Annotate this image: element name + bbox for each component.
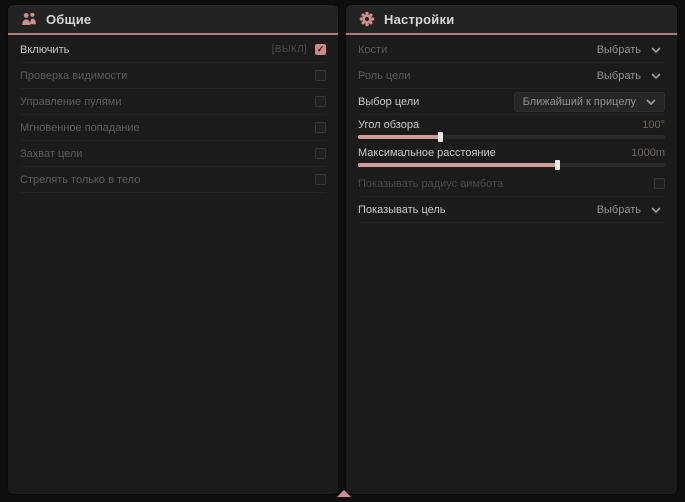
general-rows: Включить [ВЫКЛ] ✓ Проверка видимости ✓ У… xyxy=(8,35,338,193)
chevron-down-icon xyxy=(651,207,661,213)
row-target-role-label: Роль цели xyxy=(358,70,410,82)
max-distance-slider-fill xyxy=(358,163,558,167)
row-instant-hit[interactable]: Мгновенное попадание ✓ xyxy=(20,115,326,141)
row-bones-label: Кости xyxy=(358,44,387,56)
chevron-down-icon xyxy=(651,73,661,79)
row-instant-hit-label: Мгновенное попадание xyxy=(20,122,140,134)
bones-dropdown-value: Выбрать xyxy=(597,44,641,56)
row-enable-state-label: [ВЫКЛ] xyxy=(272,44,307,55)
row-visibility-check-label: Проверка видимости xyxy=(20,70,127,82)
target-selection-dropdown[interactable]: Ближайший к прицелу xyxy=(514,92,665,112)
max-distance-slider-thumb[interactable] xyxy=(555,160,560,170)
body-only-checkbox[interactable]: ✓ xyxy=(315,174,326,185)
settings-panel: Настройки Кости Выбрать Роль цели Выбрат… xyxy=(346,5,677,494)
settings-panel-header: Настройки xyxy=(346,5,677,35)
row-bullet-control-label: Управление пулями xyxy=(20,96,122,108)
row-enable-label: Включить xyxy=(20,44,69,56)
row-bones[interactable]: Кости Выбрать xyxy=(358,37,665,63)
row-target-selection[interactable]: Выбор цели Ближайший к прицелу xyxy=(358,89,665,115)
target-role-dropdown[interactable]: Выбрать xyxy=(593,67,665,85)
show-target-dropdown-value: Выбрать xyxy=(597,204,641,216)
fov-value: 100° xyxy=(642,119,665,131)
target-lock-checkbox[interactable]: ✓ xyxy=(315,148,326,159)
show-target-dropdown[interactable]: Выбрать xyxy=(593,201,665,219)
enable-checkbox[interactable]: ✓ xyxy=(315,44,326,55)
row-target-lock-label: Захват цели xyxy=(20,148,82,160)
settings-rows: Кости Выбрать Роль цели Выбрать Выбор це… xyxy=(346,35,677,223)
check-icon: ✓ xyxy=(317,45,325,54)
fov-slider-thumb[interactable] xyxy=(438,132,443,142)
row-visibility-check[interactable]: Проверка видимости ✓ xyxy=(20,63,326,89)
row-max-distance-label: Максимальное расстояние xyxy=(358,147,496,159)
row-max-distance: Максимальное расстояние 1000m xyxy=(358,143,665,171)
bullet-control-checkbox[interactable]: ✓ xyxy=(315,96,326,107)
fov-slider[interactable] xyxy=(358,135,665,139)
target-selection-dropdown-value: Ближайший к прицелу xyxy=(523,96,636,108)
row-bullet-control[interactable]: Управление пулями ✓ xyxy=(20,89,326,115)
users-icon xyxy=(21,11,37,27)
instant-hit-checkbox[interactable]: ✓ xyxy=(315,122,326,133)
show-aimbot-radius-checkbox[interactable]: ✓ xyxy=(654,178,665,189)
gear-icon xyxy=(359,11,375,27)
chevron-down-icon xyxy=(646,99,656,105)
fov-slider-fill xyxy=(358,135,441,139)
row-fov: Угол обзора 100° xyxy=(358,115,665,143)
general-panel-header: Общие xyxy=(8,5,338,35)
max-distance-slider[interactable] xyxy=(358,163,665,167)
settings-panel-title: Настройки xyxy=(384,12,454,27)
row-enable[interactable]: Включить [ВЫКЛ] ✓ xyxy=(20,37,326,63)
row-show-target-label: Показывать цель xyxy=(358,204,446,216)
chevron-down-icon xyxy=(651,47,661,53)
row-target-lock[interactable]: Захват цели ✓ xyxy=(20,141,326,167)
row-target-role[interactable]: Роль цели Выбрать xyxy=(358,63,665,89)
general-panel-title: Общие xyxy=(46,12,91,27)
general-panel: Общие Включить [ВЫКЛ] ✓ Проверка видимос… xyxy=(8,5,338,494)
row-body-only-label: Стрелять только в тело xyxy=(20,174,140,186)
row-body-only[interactable]: Стрелять только в тело ✓ xyxy=(20,167,326,193)
row-show-aimbot-radius-label: Показывать радиус аимбота xyxy=(358,178,503,190)
max-distance-value: 1000m xyxy=(631,147,665,159)
row-show-aimbot-radius[interactable]: Показывать радиус аимбота ✓ xyxy=(358,171,665,197)
expand-up-arrow-icon[interactable] xyxy=(337,490,351,497)
visibility-check-checkbox[interactable]: ✓ xyxy=(315,70,326,81)
row-show-target[interactable]: Показывать цель Выбрать xyxy=(358,197,665,223)
target-role-dropdown-value: Выбрать xyxy=(597,70,641,82)
row-fov-label: Угол обзора xyxy=(358,119,419,131)
bones-dropdown[interactable]: Выбрать xyxy=(593,41,665,59)
row-target-selection-label: Выбор цели xyxy=(358,96,419,108)
